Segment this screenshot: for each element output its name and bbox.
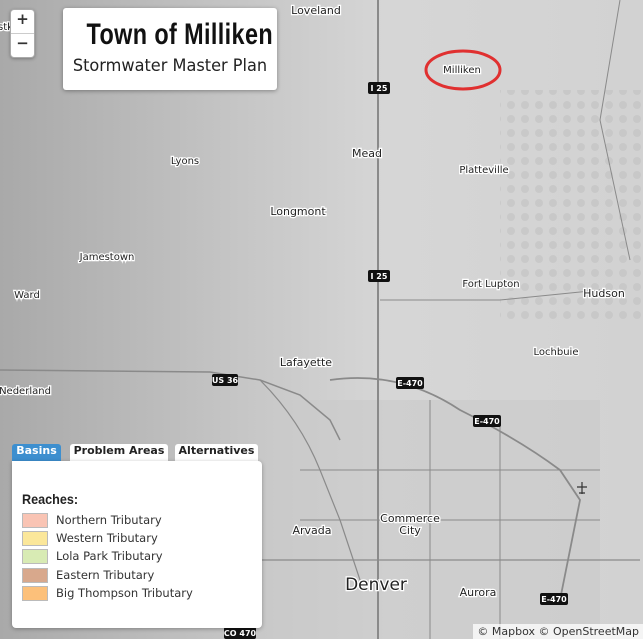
city-label-hudson: Hudson: [583, 287, 625, 300]
svg-text:CO 470: CO 470: [224, 629, 257, 638]
shield-e470-mid: E-470: [473, 415, 501, 427]
page-subtitle: Stormwater Master Plan: [72, 56, 268, 76]
svg-text:E-470: E-470: [474, 417, 500, 426]
legend-panel: Reaches: Northern Tributary Western Trib…: [12, 461, 262, 628]
svg-text:E-470: E-470: [397, 379, 423, 388]
city-label-fort-lupton: Fort Lupton: [462, 279, 519, 290]
city-label-lochbuie: Lochbuie: [534, 347, 579, 358]
legend-label: Lola Park Tributary: [56, 549, 163, 563]
city-label-arvada: Arvada: [292, 524, 331, 537]
shield-i25-south: I 25: [368, 270, 390, 282]
title-panel: Town of Milliken Stormwater Master Plan: [63, 8, 277, 90]
shield-us36: US 36: [212, 374, 239, 386]
legend-label: Big Thompson Tributary: [56, 586, 193, 600]
zoom-out-button[interactable]: −: [11, 33, 34, 57]
city-label-longmont: Longmont: [270, 205, 326, 218]
svg-text:I 25: I 25: [371, 272, 388, 281]
city-label-jamestown: Jamestown: [79, 252, 135, 263]
page-title: Town of Milliken: [86, 18, 274, 51]
legend-swatch: [22, 531, 48, 546]
legend-swatch: [22, 513, 48, 528]
city-label-milliken: Milliken: [443, 65, 481, 76]
legend-label: Eastern Tributary: [56, 568, 155, 582]
legend-swatch: [22, 549, 48, 564]
legend-heading: Reaches:: [22, 491, 79, 507]
svg-text:US 36: US 36: [212, 376, 239, 385]
city-label-denver: Denver: [345, 575, 407, 595]
legend-swatch: [22, 568, 48, 583]
city-label-platteville: Platteville: [459, 165, 508, 176]
city-label-lyons: Lyons: [171, 156, 199, 167]
city-label-aurora: Aurora: [460, 586, 497, 599]
shield-e470-west: E-470: [396, 377, 424, 389]
city-label-mead: Mead: [352, 147, 382, 160]
legend-label: Western Tributary: [56, 531, 158, 545]
city-label-loveland: Loveland: [291, 4, 341, 17]
city-label-lafayette: Lafayette: [280, 356, 332, 369]
tab-alternatives[interactable]: Alternatives: [175, 444, 258, 461]
farmland-pattern: [500, 90, 643, 320]
legend-swatch: [22, 586, 48, 601]
city-label-nederland: Nederland: [0, 386, 51, 397]
city-label-ward: Ward: [14, 290, 40, 301]
shield-co470: CO 470: [224, 627, 257, 639]
zoom-in-button[interactable]: +: [11, 10, 34, 33]
map-attribution[interactable]: © Mapbox © OpenStreetMap: [473, 624, 643, 639]
svg-text:I 25: I 25: [371, 84, 388, 93]
tab-problem-areas[interactable]: Problem Areas: [70, 444, 168, 461]
shield-i25-north: I 25: [368, 82, 390, 94]
tab-basins[interactable]: Basins: [12, 444, 61, 461]
city-label-commerce-city-line2: City: [399, 524, 421, 537]
zoom-control: + −: [10, 9, 35, 58]
svg-text:E-470: E-470: [541, 595, 567, 604]
shield-e470-south: E-470: [540, 593, 568, 605]
legend-label: Northern Tributary: [56, 513, 162, 527]
